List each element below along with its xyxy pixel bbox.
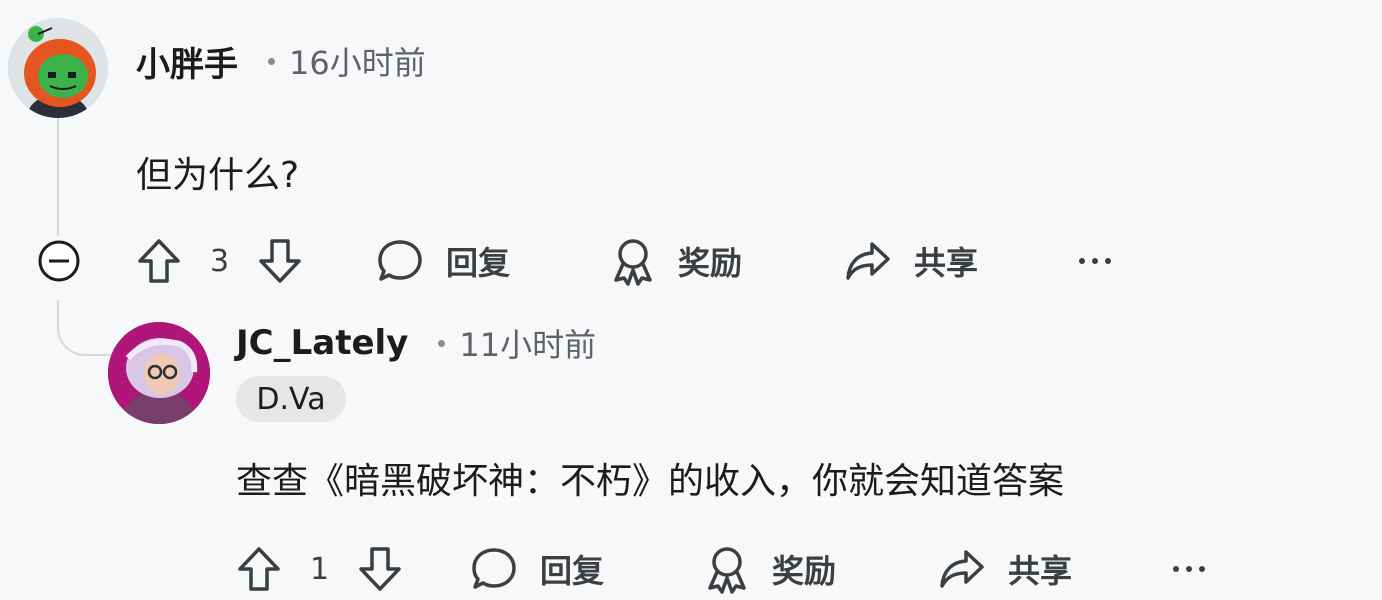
- reply-button[interactable]: 回复: [470, 544, 604, 594]
- more-dots-icon: [1172, 564, 1206, 574]
- vote-count: 1: [310, 551, 330, 587]
- comment-header: 小胖手 16小时前: [136, 36, 426, 86]
- downvote-arrow-icon[interactable]: [357, 545, 403, 593]
- username[interactable]: JC_Lately: [236, 323, 408, 363]
- share-arrow-icon: [844, 238, 892, 284]
- share-button[interactable]: 共享: [938, 544, 1072, 594]
- comment-body: 但为什么?: [136, 155, 300, 196]
- share-label: 共享: [1008, 552, 1073, 590]
- more-options-button[interactable]: [1078, 236, 1112, 286]
- award-button[interactable]: 奖励: [610, 236, 742, 286]
- comment-body: 查查《暗黑破坏神：不朽》的收入，你就会知道答案: [236, 461, 1065, 502]
- vote-bar: 3: [136, 234, 303, 288]
- timestamp[interactable]: 16小时前: [289, 38, 426, 84]
- speech-bubble-icon: [470, 545, 518, 593]
- award-ribbon-icon: [704, 544, 750, 594]
- reply-button[interactable]: 回复: [376, 236, 510, 286]
- vote-bar: 1: [236, 542, 403, 596]
- upvote-arrow-icon[interactable]: [236, 545, 282, 593]
- award-label: 奖励: [772, 552, 837, 590]
- reply-label: 回复: [540, 552, 605, 590]
- speech-bubble-icon: [376, 237, 424, 285]
- separator-dot: [268, 57, 275, 65]
- username[interactable]: 小胖手: [136, 37, 238, 86]
- reply-label: 回复: [446, 244, 511, 282]
- upvote-arrow-icon[interactable]: [136, 237, 182, 285]
- avatar[interactable]: [8, 18, 108, 118]
- separator-dot: [438, 339, 446, 347]
- award-button[interactable]: 奖励: [704, 544, 836, 594]
- downvote-arrow-icon[interactable]: [257, 237, 303, 285]
- more-dots-icon: [1078, 256, 1112, 266]
- share-button[interactable]: 共享: [844, 236, 978, 286]
- share-arrow-icon: [938, 546, 986, 592]
- thread-line: [57, 118, 59, 236]
- collapse-minus-icon: [38, 240, 80, 282]
- user-flair: D.Va: [236, 376, 346, 422]
- award-ribbon-icon: [610, 236, 656, 286]
- share-label: 共享: [914, 244, 979, 282]
- thread-connector: [57, 300, 111, 356]
- user-avatar-icon: [108, 322, 210, 424]
- vote-count: 3: [210, 243, 230, 279]
- avatar[interactable]: [108, 322, 210, 424]
- comment-header: JC_Lately 11小时前: [236, 318, 596, 368]
- timestamp[interactable]: 11小时前: [459, 320, 596, 366]
- collapse-button[interactable]: [36, 238, 82, 284]
- award-label: 奖励: [678, 244, 743, 282]
- snoo-avatar-icon: [8, 18, 108, 118]
- more-options-button[interactable]: [1172, 544, 1206, 594]
